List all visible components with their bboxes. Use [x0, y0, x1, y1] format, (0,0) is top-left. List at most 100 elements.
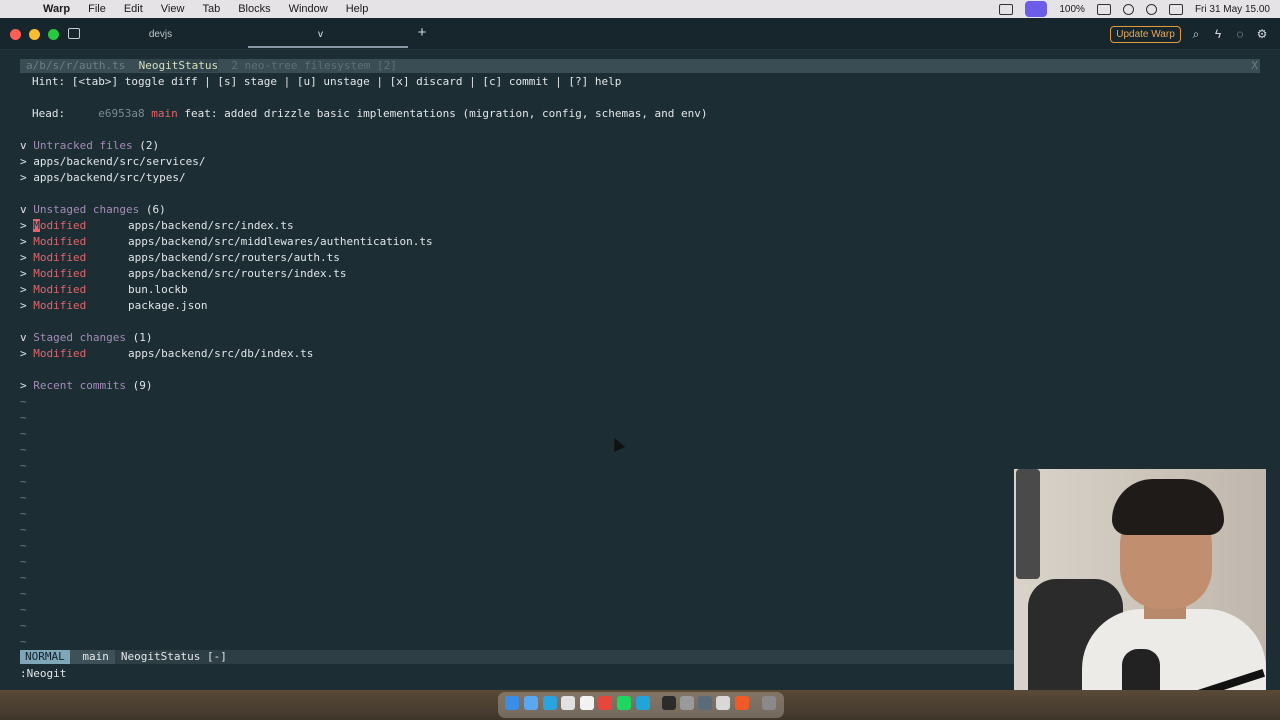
control-center-icon[interactable]	[1168, 3, 1183, 15]
file-path: apps/backend/src/middlewares/authenticat…	[128, 235, 433, 248]
buffer-close-icon[interactable]: X	[1251, 59, 1260, 73]
file-path: apps/backend/src/types/	[33, 171, 186, 184]
minimize-window-button[interactable]	[29, 29, 40, 40]
person-hair	[1112, 479, 1224, 535]
app-icon[interactable]	[735, 696, 749, 710]
item-marker: >	[20, 171, 27, 184]
menu-blocks[interactable]: Blocks	[238, 3, 270, 15]
browser-icon[interactable]	[524, 696, 538, 710]
fold-marker: v	[20, 331, 27, 344]
menu-tab[interactable]: Tab	[202, 3, 220, 15]
head-message: feat: added drizzle basic implementation…	[184, 107, 708, 120]
file-status: Modified	[33, 283, 87, 296]
menu-app-name[interactable]: Warp	[43, 3, 70, 15]
untracked-header[interactable]: v Untracked files (2)	[20, 138, 159, 154]
battery-icon[interactable]	[1096, 3, 1111, 15]
head-hash: e6953a8	[98, 107, 145, 120]
bluetooth-icon[interactable]	[1145, 3, 1157, 15]
menu-file[interactable]: File	[88, 3, 106, 15]
empty-line-tilde: ~	[20, 427, 27, 440]
spotify-icon[interactable]	[617, 696, 631, 710]
empty-line-tilde: ~	[20, 491, 27, 504]
buffer-tab-auth[interactable]: a/b/s/r/auth.ts	[20, 59, 125, 72]
list-item[interactable]: > Modified apps/backend/src/middlewares/a…	[20, 234, 433, 250]
head-line: Head: e6953a8 main feat: added drizzle b…	[32, 106, 708, 122]
file-status: Modified	[33, 347, 87, 360]
buffer-line: a/b/s/r/auth.ts NeogitStatus 2 neo-tree …	[20, 59, 1260, 73]
item-marker: >	[20, 267, 27, 280]
new-tab-plus-icon[interactable]: +	[415, 24, 429, 42]
search-icon[interactable]: ⌕	[1190, 28, 1202, 40]
menu-view[interactable]: View	[161, 3, 185, 15]
list-item[interactable]: > apps/backend/src/services/	[20, 154, 205, 170]
lightbulb-icon[interactable]: ◌	[1234, 28, 1246, 40]
list-item[interactable]: > Modified apps/backend/src/routers/auth.…	[20, 250, 340, 266]
finder-icon[interactable]	[505, 696, 519, 710]
unstaged-header[interactable]: v Unstaged changes (6)	[20, 202, 166, 218]
item-marker: >	[20, 283, 27, 296]
empty-line-tilde: ~	[20, 635, 27, 648]
empty-line-tilde: ~	[20, 587, 27, 600]
file-path: apps/backend/src/index.ts	[128, 219, 294, 232]
slack-icon[interactable]	[561, 696, 575, 710]
terminal-icon[interactable]	[662, 696, 676, 710]
chrome-icon[interactable]	[598, 696, 612, 710]
empty-line-tilde: ~	[20, 443, 27, 456]
menubar-clock[interactable]: Fri 31 May 15.00	[1195, 4, 1270, 15]
list-item[interactable]: > Modified apps/backend/src/db/index.ts	[20, 346, 313, 362]
telegram-icon[interactable]	[543, 696, 557, 710]
empty-line-tilde: ~	[20, 619, 27, 632]
gear-icon[interactable]: ⚙	[1256, 28, 1268, 40]
git-branch: main	[69, 650, 115, 664]
zoom-window-button[interactable]	[48, 29, 59, 40]
recent-commits-header[interactable]: > Recent commits (9)	[20, 378, 152, 394]
webcam-overlay	[1014, 469, 1266, 708]
buffer-tab-neotree[interactable]: 2 neo-tree filesystem [2]	[231, 59, 397, 72]
file-status: Modified	[33, 219, 87, 232]
fold-marker: v	[20, 203, 27, 216]
empty-line-tilde: ~	[20, 539, 27, 552]
empty-line-tilde: ~	[20, 507, 27, 520]
app-icon[interactable]	[716, 696, 730, 710]
section-count: (1)	[132, 331, 153, 344]
warp-titlebar: devjs v + Update Warp ⌕ ϟ ◌ ⚙	[0, 18, 1280, 50]
list-item[interactable]: > Modified apps/backend/src/routers/index…	[20, 266, 347, 282]
cursor: M	[33, 219, 40, 232]
tab-devjs[interactable]: devjs	[88, 18, 233, 50]
vim-mode: NORMAL	[20, 650, 70, 664]
preview-icon[interactable]	[680, 696, 694, 710]
activity-icon[interactable]	[698, 696, 712, 710]
empty-line-tilde: ~	[20, 411, 27, 424]
staged-header[interactable]: v Staged changes (1)	[20, 330, 152, 346]
item-marker: >	[20, 155, 27, 168]
lightning-icon[interactable]: ϟ	[1212, 28, 1224, 40]
control-center-app-icon[interactable]	[1025, 1, 1048, 17]
menu-edit[interactable]: Edit	[124, 3, 143, 15]
tab-active[interactable]: v	[248, 18, 408, 50]
section-title: Staged changes	[33, 331, 126, 344]
screen-icon[interactable]	[999, 3, 1014, 15]
macos-menubar: Warp File Edit View Tab Blocks Window He…	[0, 0, 1280, 18]
wifi-icon[interactable]	[1122, 3, 1134, 15]
status-file: NeogitStatus [-]	[120, 650, 227, 663]
buffer-tab-neogit[interactable]: NeogitStatus	[138, 59, 219, 72]
list-item[interactable]: > Modified apps/backend/src/index.ts	[20, 218, 1260, 234]
list-item[interactable]: > apps/backend/src/types/	[20, 170, 186, 186]
fold-marker: >	[20, 379, 27, 392]
section-count: (9)	[132, 379, 153, 392]
file-path: package.json	[128, 299, 208, 312]
menu-help[interactable]: Help	[346, 3, 369, 15]
sidebar-toggle-icon[interactable]	[68, 28, 80, 39]
app-icon[interactable]	[636, 696, 650, 710]
list-item[interactable]: > Modified bun.lockb	[20, 282, 188, 298]
empty-line-tilde: ~	[20, 395, 27, 408]
close-window-button[interactable]	[10, 29, 21, 40]
list-item[interactable]: > Modified package.json	[20, 298, 207, 314]
trash-icon[interactable]	[762, 696, 776, 710]
file-path: apps/backend/src/services/	[33, 155, 206, 168]
menu-window[interactable]: Window	[289, 3, 328, 15]
update-warp-button[interactable]: Update Warp	[1110, 26, 1181, 43]
file-path: apps/backend/src/routers/index.ts	[128, 267, 347, 280]
notion-icon[interactable]	[580, 696, 594, 710]
vim-command-line[interactable]: :Neogit	[20, 667, 66, 681]
